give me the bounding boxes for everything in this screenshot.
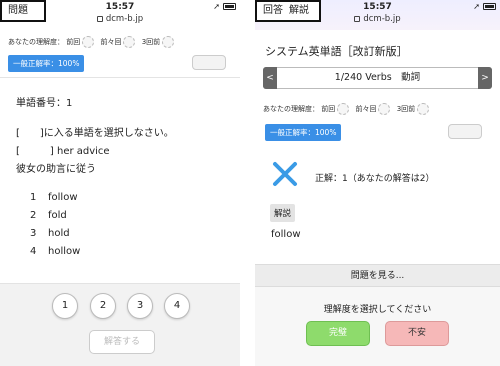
choice-text: follow <box>48 192 78 203</box>
chevron-right-icon[interactable]: > <box>478 67 492 89</box>
word-number: 単語番号：1 <box>16 98 73 109</box>
show-question-button[interactable]: 問題を見る... <box>255 264 500 287</box>
seal-icon <box>82 36 95 48</box>
choice-number: 4 <box>30 246 37 257</box>
instruction-text: [ ]に入る単語を選択しなさい。 <box>16 128 174 139</box>
choice-button-2[interactable]: 2 <box>90 293 116 319</box>
choice-text: fold <box>48 210 67 221</box>
url-text: dcm-b.jp <box>363 14 401 24</box>
choice-button-1[interactable]: 1 <box>52 293 78 319</box>
battery-icon <box>223 3 236 10</box>
understanding-label: あなたの理解度： <box>8 38 64 46</box>
divider <box>0 77 240 78</box>
understanding-prev3: 3回前 <box>396 105 416 113</box>
submit-answer-button[interactable]: 解答する <box>89 330 155 354</box>
choice-text: hollow <box>48 246 81 257</box>
answer-screen: 15:57 dcm-b.jp ➚ 回答 解説 システム英単語［改訂新版］ < 1/… <box>255 0 500 366</box>
choice-item: 4 hollow <box>30 246 80 257</box>
understanding-prev2: 前々回 <box>355 105 377 113</box>
understanding-label: あなたの理解度： <box>263 105 319 113</box>
unsure-button[interactable]: 不安 <box>385 321 449 346</box>
perfect-button[interactable]: 完璧 <box>306 321 370 346</box>
lock-icon <box>96 16 103 22</box>
seal-icon <box>123 36 136 48</box>
select-prompt: 理解度を選択してください <box>323 305 432 315</box>
choice-number: 2 <box>30 210 37 221</box>
seal-icon <box>417 103 430 115</box>
choice-item: 1 follow <box>30 192 78 203</box>
location-arrow-icon: ➚ <box>473 2 480 11</box>
choice-number: 3 <box>30 228 37 239</box>
tab-explanation[interactable]: 解説 <box>289 5 309 16</box>
battery-icon <box>483 3 496 10</box>
book-title: システム英単語［改訂新版］ <box>265 45 408 58</box>
understanding-prev2: 前々回 <box>100 38 122 46</box>
understanding-prev1: 前回 <box>66 38 81 46</box>
seal-icon <box>162 36 175 48</box>
question-translation: 彼女の助言に従う <box>16 164 96 175</box>
choice-button-4[interactable]: 4 <box>164 293 190 319</box>
question-sentence: [ ] her advice <box>16 146 110 157</box>
choice-button-3[interactable]: 3 <box>127 293 153 319</box>
tab-question-label: 問題 <box>8 5 28 16</box>
seal-icon <box>378 103 391 115</box>
status-bar: 15:57 dcm-b.jp ➚ 問題 <box>0 0 240 30</box>
result-text: 正解：1（あなたの解答は2） <box>315 174 435 184</box>
understanding-row: あなたの理解度： 前回 前々回 3回前 <box>263 103 433 115</box>
answer-word: follow <box>271 229 301 240</box>
question-screen: 15:57 dcm-b.jp ➚ 問題 あなたの理解度： 前回 前々回 3回前 … <box>0 0 240 366</box>
choice-item: 2 fold <box>30 210 67 221</box>
choice-number: 1 <box>30 192 37 203</box>
choice-item: 3 hold <box>30 228 70 239</box>
understanding-row: あなたの理解度： 前回 前々回 3回前 <box>8 36 178 48</box>
status-bar: 15:57 dcm-b.jp ➚ 回答 解説 <box>255 0 500 30</box>
explanation-tag: 解説 <box>270 204 296 222</box>
lock-icon <box>354 16 361 22</box>
url-text: dcm-b.jp <box>105 14 144 24</box>
choice-text: hold <box>48 228 70 239</box>
location-arrow-icon: ➚ <box>213 2 220 11</box>
tab-group: 回答 解説 <box>255 0 321 22</box>
toggle-switch[interactable] <box>448 124 482 139</box>
screen-gap <box>240 0 255 366</box>
tab-question[interactable]: 問題 <box>0 0 46 22</box>
correct-rate-badge: 一般正解率：100% <box>265 124 342 141</box>
toggle-switch[interactable] <box>192 55 226 70</box>
seal-icon <box>337 103 350 115</box>
understanding-prev1: 前回 <box>321 105 336 113</box>
correct-rate-badge: 一般正解率：100% <box>8 55 85 72</box>
word-navigator: < 1/240 Verbs 動詞 > <box>263 67 492 89</box>
understanding-prev3: 3回前 <box>141 38 161 46</box>
tab-answer[interactable]: 回答 <box>263 5 283 16</box>
nav-position-label: 1/240 Verbs 動詞 <box>334 72 421 83</box>
incorrect-cross-icon <box>273 162 297 186</box>
